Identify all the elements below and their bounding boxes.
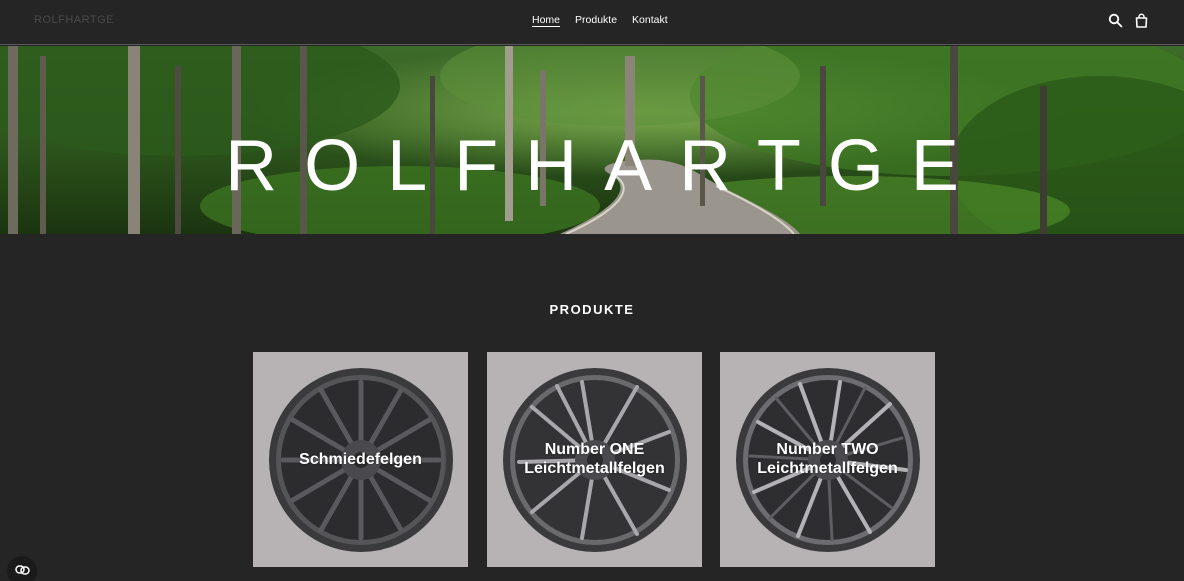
- cart-icon[interactable]: [1134, 13, 1149, 28]
- search-icon[interactable]: [1108, 13, 1123, 28]
- product-card-label: Number TWO Leichtmetallfelgen: [720, 440, 935, 478]
- nav-kontakt[interactable]: Kontakt: [632, 14, 668, 26]
- product-card-label: Schmiedefelgen: [253, 450, 468, 469]
- nav-produkte[interactable]: Produkte: [575, 14, 617, 26]
- site-logo[interactable]: ROLFHARTGE: [34, 14, 114, 26]
- product-name: Number TWO: [776, 441, 879, 458]
- site-header: ROLFHARTGE Home Produkte Kontakt: [0, 0, 1184, 45]
- nav-home[interactable]: Home: [532, 14, 560, 26]
- product-name: Number ONE: [544, 441, 645, 458]
- chat-button[interactable]: [7, 556, 37, 581]
- product-name: Schmiedefelgen: [299, 451, 422, 468]
- product-card-schmiedefelgen[interactable]: Schmiedefelgen: [253, 352, 468, 567]
- product-card-number-one[interactable]: Number ONE Leichtmetallfelgen: [487, 352, 702, 567]
- main-nav: Home Produkte Kontakt: [532, 14, 668, 26]
- hero-title: ROLFHARTGE: [225, 126, 986, 206]
- product-card-number-two[interactable]: Number TWO Leichtmetallfelgen: [720, 352, 935, 567]
- header-icons: [1108, 13, 1149, 28]
- product-subtitle: Leichtmetallfelgen: [757, 460, 898, 477]
- products-heading: PRODUKTE: [549, 302, 635, 317]
- chat-icon: [15, 565, 30, 575]
- hero-banner: ROLFHARTGE: [0, 46, 1184, 234]
- product-subtitle: Leichtmetallfelgen: [524, 460, 665, 477]
- product-card-label: Number ONE Leichtmetallfelgen: [487, 440, 702, 478]
